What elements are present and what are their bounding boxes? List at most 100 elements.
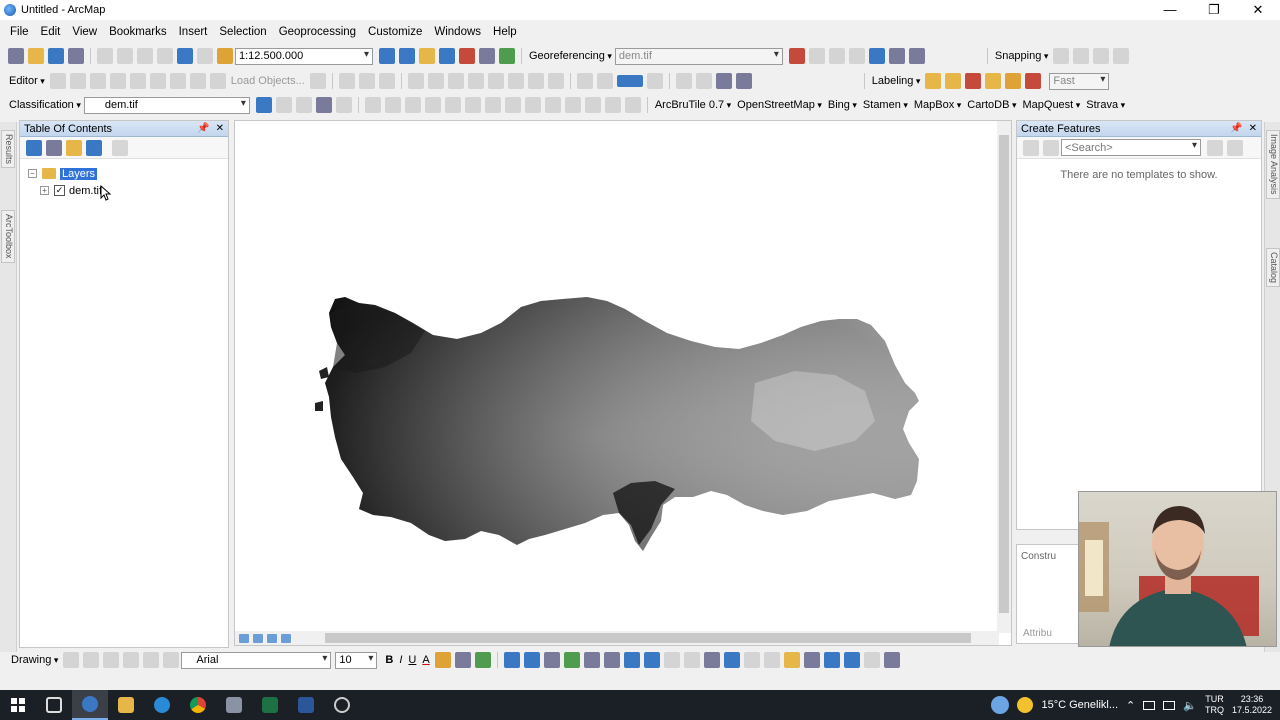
color-swatch-icon[interactable] (616, 75, 643, 87)
cut-polygons-icon[interactable] (209, 73, 226, 89)
create-features-icon[interactable] (378, 73, 395, 89)
classification-tool-icon[interactable] (424, 97, 441, 113)
network-globe-icon[interactable] (991, 696, 1010, 714)
zoom-whole-page-icon[interactable] (103, 652, 120, 668)
taskbar-explorer[interactable] (108, 690, 144, 720)
classification-layer-combo[interactable]: dem.tif (83, 96, 250, 114)
topology-tool-icon[interactable] (487, 73, 504, 89)
menu-view[interactable]: View (66, 26, 103, 38)
classification-tool-icon[interactable] (384, 97, 401, 113)
start-button[interactable] (0, 690, 36, 720)
fixed-zoom-out-icon[interactable] (603, 652, 620, 668)
classification-tool-icon[interactable] (504, 97, 521, 113)
volume-icon[interactable]: 🔈 (1183, 699, 1197, 712)
draw-polygon-icon[interactable] (315, 97, 332, 113)
arctoolbox-icon[interactable] (459, 48, 475, 64)
add-data-icon[interactable] (217, 48, 233, 64)
minimize-button[interactable]: — (1148, 0, 1192, 20)
arctoolbox-tab[interactable]: ArcToolbox (1, 210, 15, 263)
delete-icon[interactable] (157, 48, 173, 64)
classification-tool-icon[interactable] (295, 97, 312, 113)
taskbar-arcmap[interactable] (72, 690, 108, 720)
vertical-scroll-thumb[interactable] (999, 135, 1009, 613)
label-manager-icon[interactable] (925, 73, 942, 89)
tree-row-layers[interactable]: − Layers (28, 165, 228, 182)
view-link-table-icon[interactable] (868, 48, 885, 64)
topology-tool-icon[interactable] (507, 73, 524, 89)
mapquest-menu[interactable]: MapQuest (1022, 99, 1080, 111)
classification-tool-icon[interactable] (624, 97, 641, 113)
map-view[interactable] (234, 120, 1012, 646)
map-vertical-scrollbar[interactable] (997, 121, 1011, 633)
font-name-combo[interactable]: Arial (181, 651, 332, 669)
font-size-combo[interactable]: 10 (335, 651, 378, 669)
redo-icon[interactable] (197, 48, 213, 64)
results-tab[interactable]: Results (1, 130, 15, 169)
menu-bookmarks[interactable]: Bookmarks (103, 26, 173, 38)
clock[interactable]: 23:36 17.5.2022 (1232, 694, 1272, 716)
mapbox-menu[interactable]: MapBox (914, 99, 961, 111)
task-view-button[interactable] (36, 690, 72, 720)
classification-tool-icon[interactable] (404, 97, 421, 113)
template-view-icon[interactable] (1043, 139, 1059, 156)
straight-segment-icon[interactable] (89, 73, 106, 89)
weather-moon-icon[interactable] (1017, 697, 1034, 713)
effects-tool-icon[interactable] (596, 73, 613, 89)
layer-tool-icon[interactable] (735, 73, 752, 89)
bing-menu[interactable]: Bing (828, 99, 857, 111)
georef-tool-icon[interactable] (848, 48, 865, 64)
stamen-menu[interactable]: Stamen (863, 99, 908, 111)
taskbar-word[interactable] (288, 690, 324, 720)
dropdown-arrow-icon[interactable] (646, 73, 663, 89)
snapping-menu[interactable]: Snapping (995, 50, 1049, 62)
reshape-icon[interactable] (189, 73, 206, 89)
menu-edit[interactable]: Edit (35, 26, 67, 38)
open-folder-icon[interactable] (28, 48, 44, 64)
taskbar-edge[interactable] (144, 690, 180, 720)
italic-button[interactable]: I (399, 654, 402, 666)
layer-visibility-checkbox[interactable]: ✓ (54, 185, 65, 196)
back-extent-icon[interactable] (623, 652, 640, 668)
load-objects-button[interactable]: Load Objects... (231, 75, 305, 87)
display-icon[interactable] (1163, 700, 1176, 710)
lock-labels-icon[interactable] (945, 73, 962, 89)
menu-insert[interactable]: Insert (173, 26, 214, 38)
drawing-menu[interactable]: Drawing (11, 654, 58, 666)
attributes-tab[interactable]: Attribu (1023, 628, 1052, 639)
fill-color-icon[interactable] (434, 652, 451, 668)
callout-icon[interactable] (163, 652, 180, 668)
close-button[interactable]: ✕ (1236, 0, 1280, 20)
list-by-drawing-order-icon[interactable] (26, 139, 42, 156)
georeferencing-menu[interactable]: Georeferencing (529, 50, 612, 62)
topology-tool-icon[interactable] (427, 73, 444, 89)
underline-button[interactable]: U (408, 654, 416, 666)
rectangle-icon[interactable] (123, 652, 140, 668)
organize-templates-icon[interactable] (1023, 139, 1039, 156)
collapse-icon[interactable]: − (28, 169, 37, 178)
menu-file[interactable]: File (4, 26, 35, 38)
pause-drawing-icon[interactable] (281, 633, 291, 643)
list-by-visibility-icon[interactable] (66, 139, 82, 156)
edge-snapping-icon[interactable] (1113, 48, 1130, 64)
classification-tool-icon[interactable] (584, 97, 601, 113)
topology-tool-icon[interactable] (527, 73, 544, 89)
line-color-icon[interactable] (454, 652, 471, 668)
classification-tool-icon[interactable] (364, 97, 381, 113)
classification-tool-icon[interactable] (255, 97, 272, 113)
sketch-properties-icon[interactable] (358, 73, 375, 89)
labeling-menu[interactable]: Labeling (872, 75, 921, 87)
end-point-arc-icon[interactable] (109, 73, 126, 89)
openstreetmap-menu[interactable]: OpenStreetMap (737, 99, 822, 111)
pan-hand-icon[interactable] (543, 652, 560, 668)
find-binoculars-icon[interactable] (803, 652, 820, 668)
forward-extent-icon[interactable] (643, 652, 660, 668)
taskbar-app[interactable] (324, 690, 360, 720)
font-color-button[interactable]: A (422, 654, 429, 666)
template-tool-icon[interactable] (1227, 139, 1243, 156)
find-route-icon[interactable] (823, 652, 840, 668)
search-window-icon[interactable] (439, 48, 455, 64)
classification-tool-icon[interactable] (544, 97, 561, 113)
menu-windows[interactable]: Windows (428, 26, 487, 38)
image-analysis-tab[interactable]: Image Analysis (1266, 130, 1280, 199)
maximize-button[interactable]: ❐ (1192, 0, 1236, 20)
